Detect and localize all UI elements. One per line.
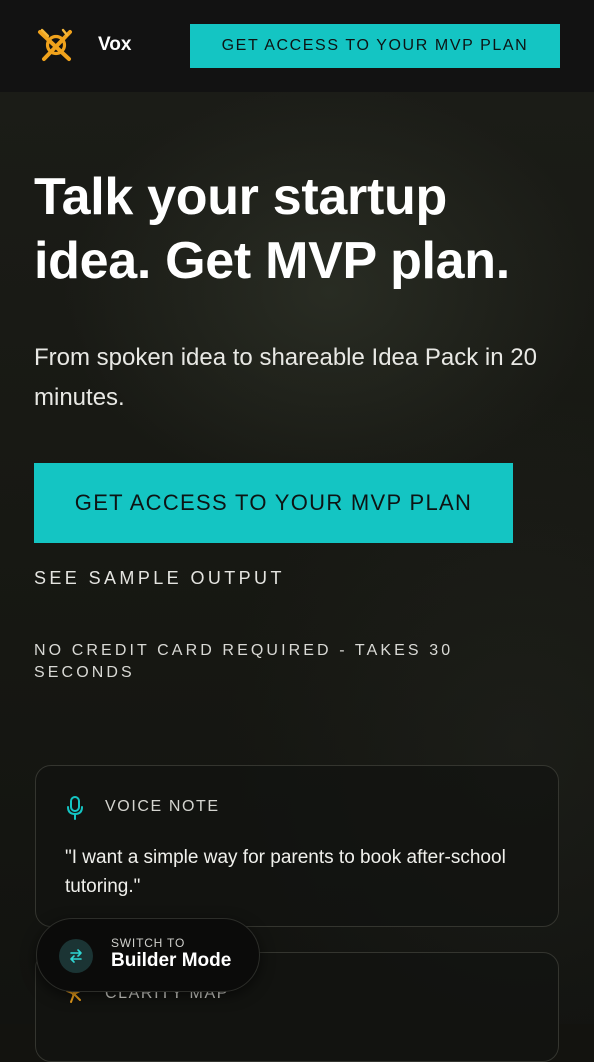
hero-get-access-button[interactable]: GET ACCESS TO YOUR MVP PLAN xyxy=(34,463,513,543)
see-sample-output-link[interactable]: SEE SAMPLE OUTPUT xyxy=(34,568,285,589)
hero-title: Talk your startup idea. Get MVP plan. xyxy=(34,168,510,290)
header-get-access-button[interactable]: GET ACCESS TO YOUR MVP PLAN xyxy=(190,24,560,68)
switch-mode-button[interactable]: SWITCH TO Builder Mode xyxy=(36,918,260,992)
voice-note-card: VOICE NOTE "I want a simple way for pare… xyxy=(35,765,559,927)
microphone-icon xyxy=(67,796,83,820)
switch-to-label: SWITCH TO xyxy=(111,936,186,950)
voice-note-quote: "I want a simple way for parents to book… xyxy=(65,847,506,897)
swap-arrows-icon xyxy=(59,939,93,973)
voice-note-label: VOICE NOTE xyxy=(105,798,220,815)
top-navigation-bar: Vox GET ACCESS TO YOUR MVP PLAN xyxy=(0,0,594,92)
hero-subtitle: From spoken idea to shareable Idea Pack … xyxy=(34,344,537,411)
no-credit-card-note: NO CREDIT CARD REQUIRED - TAKES 30 SECON… xyxy=(34,642,454,681)
vox-logo-icon[interactable] xyxy=(36,26,76,66)
builder-mode-label: Builder Mode xyxy=(111,950,232,971)
brand-name[interactable]: Vox xyxy=(98,34,131,56)
